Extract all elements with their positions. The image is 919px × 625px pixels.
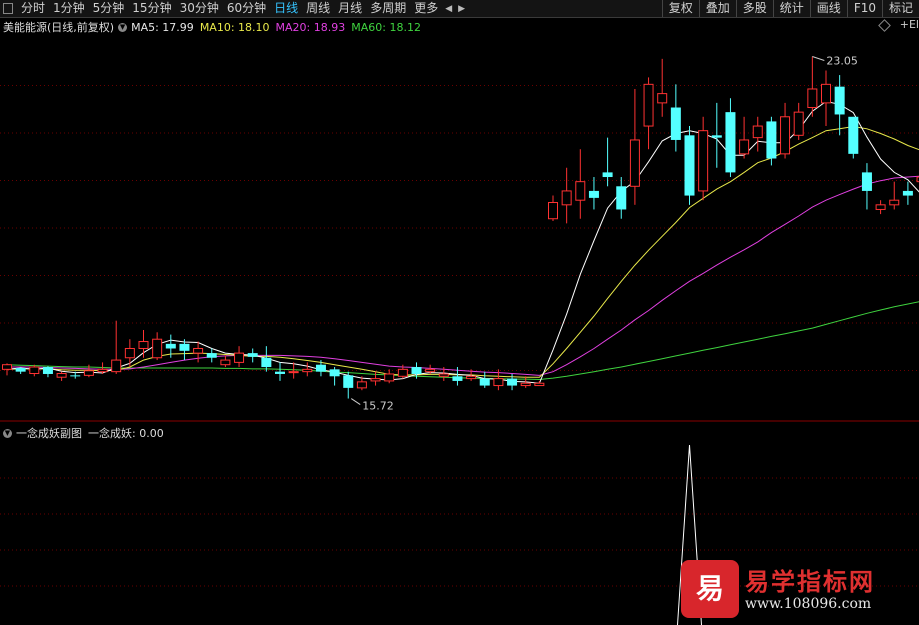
candle-body (807, 88, 818, 109)
candle-body (397, 368, 408, 377)
candle-body (534, 382, 545, 387)
candle-body (220, 359, 231, 366)
low-marker (350, 398, 361, 405)
candle-body (698, 130, 709, 192)
candle-body (507, 378, 518, 386)
candle-body (766, 121, 777, 159)
ma5-label: MA5: 17.99 (131, 20, 194, 34)
main-chart-legend: 美能能源(日线,前复权) ▼ MA5: 17.99 MA10: 18.10 MA… (0, 19, 421, 35)
candle-body (384, 373, 395, 382)
kline-chart[interactable]: 23.05 15.72 (0, 0, 919, 625)
candle-body (793, 111, 804, 136)
ma60-label: MA60: 18.12 (351, 20, 421, 34)
candle-body (548, 202, 558, 220)
candle-body (302, 368, 313, 373)
candle-body (889, 199, 900, 206)
candle-body (520, 382, 531, 387)
sub-chart-title: 一念成妖副图 (16, 427, 82, 440)
candle-body (29, 366, 40, 375)
candle-body (561, 190, 572, 206)
candle-body (165, 343, 176, 349)
candle-body (752, 125, 763, 139)
high-label: 23.05 (826, 55, 858, 68)
candle-body (834, 86, 845, 115)
candle-body (356, 381, 367, 389)
candle-body (124, 347, 135, 359)
candle-body (438, 373, 449, 377)
candle-body (725, 112, 736, 173)
watermark-logo: 易 易学指标网 www.108096.com (681, 558, 889, 622)
candle-body (780, 116, 791, 155)
candle-body (670, 107, 681, 140)
candle-body (425, 368, 436, 373)
candle-body (2, 364, 12, 370)
ma10-label: MA10: 18.10 (199, 20, 270, 34)
candle-body (152, 338, 163, 359)
candle-body (861, 172, 872, 191)
candle-body (275, 371, 285, 374)
candle-body (875, 204, 886, 210)
candle-body (616, 186, 627, 210)
candle-body (739, 139, 750, 155)
candle-body (629, 139, 640, 187)
ma20-label: MA20: 18.93 (275, 20, 346, 34)
sub-chart-legend: ▼ 一念成妖副图 一念成妖: 0.00 (0, 426, 164, 440)
candle-body (848, 116, 859, 154)
candle-body (56, 373, 67, 378)
candle-body (70, 375, 81, 377)
candle-body (643, 83, 654, 127)
candle-body (138, 341, 149, 349)
candle-body (206, 353, 217, 358)
candle-body (588, 190, 599, 198)
chevron-down-icon[interactable]: ▼ (118, 22, 128, 32)
candle-body (493, 378, 504, 387)
candle-body (329, 369, 340, 377)
candle-body (479, 378, 490, 386)
candle-body (111, 359, 122, 373)
candle-body (575, 181, 586, 201)
stock-title: 美能能源(日线,前复权) (3, 21, 115, 34)
watermark-name: 易学指标网 (745, 568, 875, 596)
candle-body (602, 172, 613, 178)
candle-body (15, 367, 26, 372)
candle-body (83, 370, 94, 376)
chevron-down-icon[interactable]: ▼ (3, 428, 12, 438)
candle-body (193, 347, 204, 354)
sub-chart-value: 一念成妖: 0.00 (88, 427, 164, 440)
candle-body (179, 343, 190, 351)
candle-body (821, 83, 831, 104)
candle-body (452, 376, 463, 381)
candle-body (684, 135, 695, 196)
low-label: 15.72 (362, 400, 394, 413)
candle-body (97, 368, 108, 373)
watermark-url: www.108096.com (745, 596, 872, 612)
candle-body (902, 190, 913, 196)
candle-body (234, 352, 245, 363)
high-marker (812, 56, 825, 62)
candle-body (343, 375, 354, 388)
expand-button[interactable]: +El (900, 18, 919, 31)
candle-body (288, 371, 299, 374)
candle-body (711, 135, 722, 138)
candle-body (466, 375, 477, 380)
candle-body (261, 357, 272, 368)
candle-body (247, 353, 258, 357)
candle-body (657, 93, 668, 104)
candle-body (42, 367, 53, 374)
candle-body (370, 378, 381, 382)
candle-body (315, 364, 326, 372)
watermark-badge: 易 (681, 560, 739, 618)
candle-body (411, 367, 422, 374)
